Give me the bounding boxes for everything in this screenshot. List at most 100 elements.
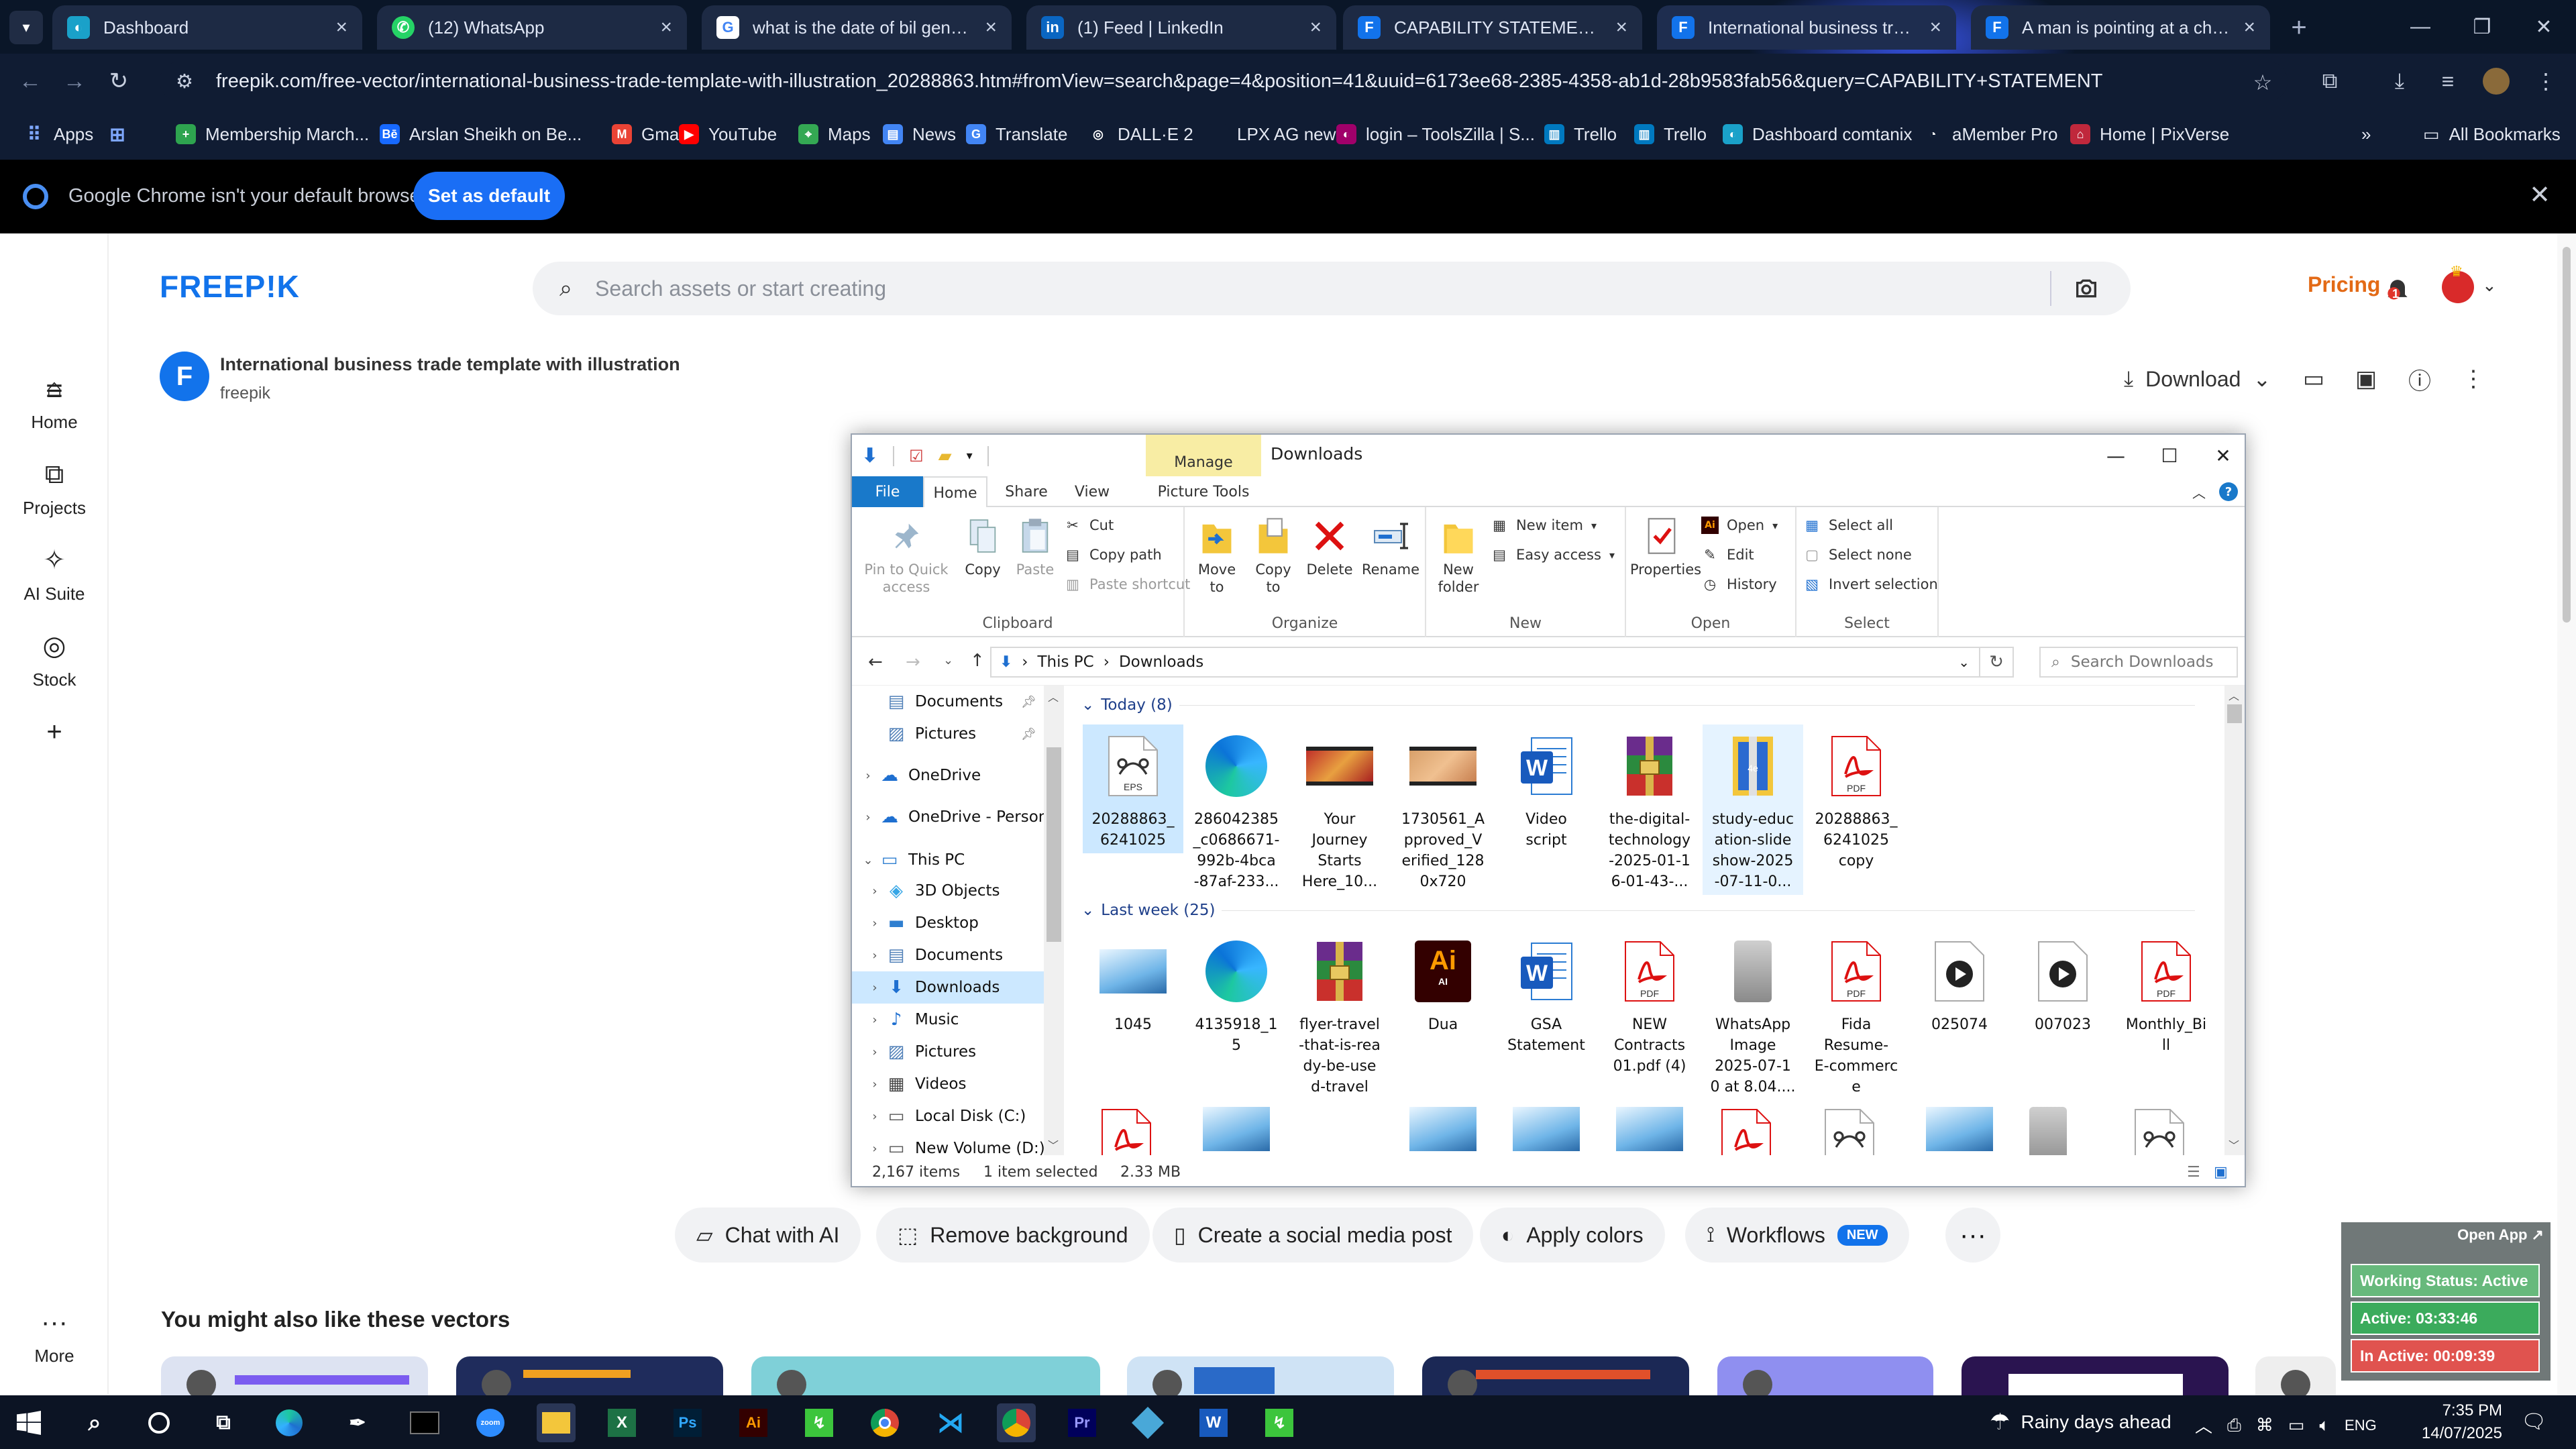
scroll-thumb[interactable] [2227,704,2242,723]
breadcrumb-this-pc[interactable]: This PC [1037,653,1093,671]
action-apply-colors[interactable]: ◐ Apply colors [1480,1208,1665,1263]
chevron-down-icon[interactable]: ⌄ [859,853,877,867]
paste-button[interactable]: Paste [1012,514,1059,578]
forward-arrow-icon[interactable]: → [906,652,920,672]
file-item[interactable]: flyer-travel -that-is-rea dy-be-use d-tr… [1289,930,1390,1100]
rail-more[interactable]: ··· More [0,1305,109,1366]
file-item[interactable]: Ai AI Dua [1393,930,1493,1038]
file-item-partial[interactable] [1926,1107,1993,1155]
extension-icon[interactable]: ⧉ [2313,64,2347,98]
file-item[interactable]: 007023 [2012,930,2113,1038]
paste-shortcut-button[interactable]: ▥ Paste shortcut [1064,576,1190,593]
app-green-icon[interactable]: ↯ [800,1403,839,1442]
bookmark-amember-pro[interactable]: ◔ aMember Pro [1923,121,2058,148]
copy-to-button[interactable]: Copy to [1248,514,1299,596]
file-item[interactable]: 286042385 _c0686671- 992b-4bca -87af-233… [1186,724,1287,895]
search-bar[interactable]: ⌕ Search assets or start creating [533,262,2131,315]
rail-ai-suite[interactable]: ✧ AI Suite [0,543,109,604]
search-icon[interactable]: ⌕ [75,1403,114,1442]
vscode-icon[interactable]: ⋊ [931,1403,970,1442]
related-thumbnail[interactable] [456,1356,723,1397]
bookmark-dashboard-comtanix[interactable]: ◐ Dashboard comtanix [1723,121,1912,148]
easy-access-button[interactable]: ▤ Easy access ▾ [1491,546,1615,564]
rail-home[interactable]: ⌂ Home [0,372,109,433]
site-info-icon[interactable]: ⚙ [176,70,203,93]
file-item-partial[interactable] [2029,1107,2096,1155]
file-item-partial[interactable]: EPS [2133,1107,2200,1155]
minimize-button[interactable]: — [2089,440,2143,471]
action-remove-background[interactable]: ⬚ Remove background [876,1208,1150,1263]
nav-item-new-volume-d[interactable]: › ▭ New Volume (D:) [852,1132,1051,1155]
file-item[interactable]: EPS 20288863_ 6241025 [1083,724,1183,853]
file-group-header[interactable]: ⌄ Last week (25) [1081,902,2195,919]
chevron-right-icon[interactable]: › [865,1142,884,1156]
related-thumbnail[interactable] [1962,1356,2229,1397]
chevron-right-icon[interactable]: › [859,769,877,783]
tab-share[interactable]: Share [994,476,1059,507]
info-icon[interactable]: ⓘ [2403,362,2436,396]
forward-button[interactable]: → [58,64,91,98]
select-none-button[interactable]: ▢ Select none [1803,546,1912,564]
freepik-logo[interactable]: FREEP!K [160,268,300,305]
explorer-address-bar[interactable]: ⬇ › This PC › Downloads ⌄ [990,647,1980,678]
new-item-button[interactable]: ▦ New item ▾ [1491,517,1597,534]
asset-author[interactable]: freepik [220,384,270,403]
zoom-icon[interactable]: zoom [471,1403,510,1442]
file-item[interactable]: Your Journey Starts Here_10... [1289,724,1390,895]
file-item[interactable]: PDF Monthly_Bi ll [2116,930,2216,1059]
clock[interactable]: 7:35 PM 14/07/2025 [2408,1399,2502,1445]
file-item[interactable]: 1045 [1083,930,1183,1038]
more-options-icon[interactable]: ⋮ [2457,362,2490,396]
word-icon[interactable]: W [1194,1403,1233,1442]
scroll-up-icon[interactable]: ︿ [1048,688,1059,704]
bookmark-trello[interactable]: ▥ Trello [1634,121,1707,148]
browser-tab[interactable]: ◐ Dashboard × [52,5,362,50]
nav-item-this-pc[interactable]: ⌄ ▭ This PC [852,844,1051,876]
tab-home[interactable]: Home [923,476,987,508]
tab-picture-tools[interactable]: Picture Tools [1146,476,1261,507]
scroll-thumb[interactable] [1046,747,1061,942]
file-item[interactable]: PDF Fida Resume- E-commerc e [1806,930,1907,1100]
chevron-right-icon[interactable]: › [865,916,884,930]
weather-widget[interactable]: ☂ Rainy days ahead [1990,1409,2171,1436]
chevron-up-icon[interactable]: ︿ [2195,1413,2212,1438]
copy-path-button[interactable]: ▤ Copy path [1064,546,1162,564]
file-item-partial[interactable]: EPS [1823,1107,1890,1155]
download-button[interactable]: ⤓ Download ⌄ [2124,362,2271,396]
camera-icon[interactable] [2073,275,2100,302]
file-item[interactable]: 4135918_1 5 [1186,930,1287,1059]
file-item[interactable]: 4e study-educ ation-slide show-2025 -07-1… [1703,724,1803,895]
close-tab-icon[interactable]: × [985,16,997,39]
browser-tab[interactable]: F International business trade te × [1657,5,1956,50]
manage-contextual-tab[interactable]: Manage [1146,435,1261,476]
more-actions-button[interactable]: ··· [1945,1208,2000,1263]
premiere-icon[interactable]: Pr [1063,1403,1102,1442]
history-button[interactable]: ◷ History [1701,576,1777,593]
navigation-scrollbar[interactable]: ︿ ﹀ [1044,686,1064,1155]
nav-item-onedrive[interactable]: › ☁ OneDrive [852,759,1051,792]
chevron-right-icon[interactable]: › [865,1077,884,1091]
related-thumbnail[interactable] [1127,1356,1394,1397]
bookmark-membership-march[interactable]: + Membership March... [176,121,369,148]
bookmark-star-icon[interactable]: ☆ [2246,66,2279,99]
volume-icon[interactable]: 🔈︎ [2319,1415,2330,1436]
close-icon[interactable]: ✕ [2529,180,2551,210]
copy-button[interactable]: Copy [959,514,1006,578]
qat-dropdown-icon[interactable]: ▾ [967,449,973,463]
up-arrow-icon[interactable]: ↑ [970,651,985,671]
set-as-default-button[interactable]: Set as default [413,172,565,220]
browser-tab[interactable]: ✆ (12) WhatsApp × [377,5,687,50]
chevron-right-icon[interactable]: › [865,949,884,963]
file-item[interactable]: the-digital- technology -2025-01-1 6-01-… [1599,724,1700,895]
task-view-icon[interactable]: ⧉ [204,1403,243,1442]
downloads-icon[interactable]: ⤓ [2383,64,2416,98]
recent-locations-icon[interactable]: ⌄ [943,653,953,667]
notification-center-icon[interactable]: 🗨︎ [2521,1410,2546,1434]
bookmark-trello[interactable]: ▥ Trello [1544,121,1617,148]
file-item-partial[interactable]: PDF [1719,1107,1786,1155]
pin-quick-access-button[interactable]: Pin to Quick access [856,514,957,596]
new-folder-button[interactable]: New folder [1430,514,1487,596]
excel-icon[interactable]: X [602,1403,641,1442]
tab-view[interactable]: View [1060,476,1124,507]
invert-selection-button[interactable]: ▧ Invert selection [1803,576,1938,593]
